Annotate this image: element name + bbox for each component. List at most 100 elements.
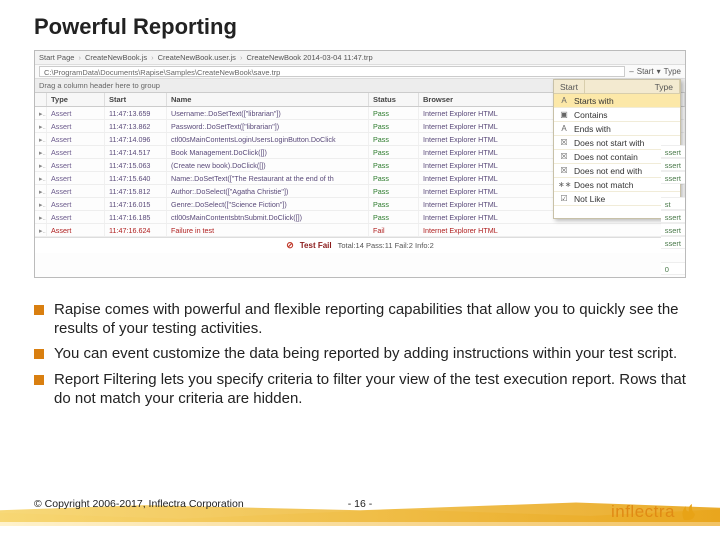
filter-option-label: Does not start with bbox=[574, 136, 644, 150]
flame-icon bbox=[678, 502, 698, 522]
expander-icon[interactable]: ▸ bbox=[35, 172, 47, 184]
expander-icon[interactable]: ▸ bbox=[35, 133, 47, 145]
expander-icon[interactable]: ▸ bbox=[35, 185, 47, 197]
cell-name: Book Management.DoClick([]) bbox=[167, 146, 369, 158]
col-expander bbox=[35, 93, 47, 106]
cell-status: Pass bbox=[369, 172, 419, 184]
filter-option-label: Does not contain bbox=[574, 150, 638, 164]
cell-name: (Create new book).DoClick([]) bbox=[167, 159, 369, 171]
filter-option-label: Starts with bbox=[574, 94, 614, 108]
col-start[interactable]: Start bbox=[105, 93, 167, 106]
cell-start: 11:47:14.096 bbox=[105, 133, 167, 145]
cell-type: Assert bbox=[47, 172, 105, 184]
filter-glyph-icon: ∗∗ bbox=[558, 178, 570, 192]
filter-glyph-icon: ☒ bbox=[558, 136, 570, 150]
col-status[interactable]: Status bbox=[369, 93, 419, 106]
cell-type: Assert bbox=[47, 133, 105, 145]
cell-type: Assert bbox=[47, 224, 105, 236]
path-field[interactable]: C:\ProgramData\Documents\Rapise\Samples\… bbox=[39, 66, 625, 77]
filter-hdr-start[interactable]: Start bbox=[554, 80, 585, 93]
filter-glyph-icon: ☑ bbox=[558, 192, 570, 206]
crumb-seg[interactable]: CreateNewBook 2014-03-04 11:47.trp bbox=[246, 53, 372, 62]
expander-icon[interactable]: ▸ bbox=[35, 107, 47, 119]
cell-browser: Internet Explorer HTML bbox=[419, 224, 685, 236]
brand-logo: inflectra bbox=[611, 502, 698, 522]
breadcrumb: Start Page› CreateNewBook.js› CreateNewB… bbox=[35, 51, 685, 65]
edge-badge: ssert bbox=[661, 210, 685, 223]
cell-name: ctl00sMainContentsbtnSubmit.DoClick([]) bbox=[167, 211, 369, 223]
toolbar-type[interactable]: Type bbox=[664, 67, 681, 76]
expander-icon[interactable]: ▸ bbox=[35, 224, 47, 236]
cell-status: Pass bbox=[369, 211, 419, 223]
toolbar-start[interactable]: Start bbox=[637, 67, 654, 76]
cell-name: Name:.DoSetText(["The Restaurant at the … bbox=[167, 172, 369, 184]
cell-name: Password:.DoSetText(["librarian"]) bbox=[167, 120, 369, 132]
bullet-text: Report Filtering lets you specify criter… bbox=[54, 370, 686, 408]
filter-option-label: Contains bbox=[574, 108, 608, 122]
filter-option[interactable]: AEnds with bbox=[554, 122, 680, 136]
filter-glyph-icon: A bbox=[558, 94, 570, 108]
cell-start: 11:47:16.185 bbox=[105, 211, 167, 223]
col-name[interactable]: Name bbox=[167, 93, 369, 106]
filter-option[interactable]: ▣ Contains bbox=[554, 108, 680, 122]
toolbar-dash: – bbox=[629, 67, 633, 76]
cell-status: Pass bbox=[369, 159, 419, 171]
table-row[interactable]: ▸Assert11:47:16.624Failure in testFailIn… bbox=[35, 224, 685, 237]
crumb-seg[interactable]: CreateNewBook.js bbox=[85, 53, 147, 62]
bullet-icon bbox=[34, 305, 44, 315]
summary-bar: ⊘ Test Fail Total:14 Pass:11 Fail:2 Info… bbox=[35, 237, 685, 253]
edge-badge: ssert bbox=[661, 223, 685, 236]
filter-option-label: Does not match bbox=[574, 178, 634, 192]
path-bar: C:\ProgramData\Documents\Rapise\Samples\… bbox=[35, 65, 685, 79]
cell-status: Pass bbox=[369, 107, 419, 119]
filter-option-label: Ends with bbox=[574, 122, 611, 136]
edge-badge: ssert bbox=[661, 158, 685, 171]
cell-start: 11:47:13.659 bbox=[105, 107, 167, 119]
crumb-seg[interactable]: Start Page bbox=[39, 53, 74, 62]
filter-option-label: Not Like bbox=[574, 192, 605, 206]
cell-name: Failure in test bbox=[167, 224, 369, 236]
edge-badge: ssert bbox=[661, 171, 685, 184]
summary-sub: Total:14 Pass:11 Fail:2 Info:2 bbox=[338, 241, 434, 250]
expander-icon[interactable]: ▸ bbox=[35, 211, 47, 223]
filter-glyph-icon: ▣ bbox=[558, 108, 570, 122]
copyright: © Copyright 2006-2017, Inflectra Corpora… bbox=[34, 498, 244, 510]
col-type[interactable]: Type bbox=[47, 93, 105, 106]
fail-icon: ⊘ bbox=[286, 240, 294, 251]
cell-type: Assert bbox=[47, 107, 105, 119]
cell-status: Pass bbox=[369, 198, 419, 210]
cell-type: Assert bbox=[47, 211, 105, 223]
chevron-down-icon[interactable]: ▾ bbox=[657, 67, 661, 76]
report-screenshot: Start Page› CreateNewBook.js› CreateNewB… bbox=[34, 50, 686, 278]
edge-badge: st bbox=[661, 197, 685, 210]
bullet-text: Rapise comes with powerful and flexible … bbox=[54, 300, 686, 338]
filter-option[interactable]: A Starts with bbox=[554, 94, 680, 108]
cell-type: Assert bbox=[47, 185, 105, 197]
cell-status: Pass bbox=[369, 133, 419, 145]
cell-status: Pass bbox=[369, 146, 419, 158]
summary-label: Test Fail bbox=[300, 241, 332, 250]
crumb-seg[interactable]: CreateNewBook.user.js bbox=[158, 53, 236, 62]
expander-icon[interactable]: ▸ bbox=[35, 146, 47, 158]
bullet-icon bbox=[34, 349, 44, 359]
cell-start: 11:47:15.640 bbox=[105, 172, 167, 184]
edge-badge: ssert bbox=[661, 145, 685, 158]
edge-badge: ssert bbox=[661, 236, 685, 249]
bullet-list: Rapise comes with powerful and flexible … bbox=[34, 300, 686, 414]
cell-name: Author:.DoSelect(["Agatha Christie"]) bbox=[167, 185, 369, 197]
cell-type: Assert bbox=[47, 159, 105, 171]
cell-type: Assert bbox=[47, 146, 105, 158]
expander-icon[interactable]: ▸ bbox=[35, 198, 47, 210]
cell-status: Pass bbox=[369, 185, 419, 197]
cell-start: 11:47:15.063 bbox=[105, 159, 167, 171]
cell-status: Pass bbox=[369, 120, 419, 132]
filter-hdr-type[interactable]: Type bbox=[649, 80, 680, 93]
cell-name: Username:.DoSetText(["librarian"]) bbox=[167, 107, 369, 119]
page-number: - 16 - bbox=[348, 498, 373, 510]
page-title: Powerful Reporting bbox=[0, 0, 720, 40]
bullet-text: You can event customize the data being r… bbox=[54, 344, 686, 363]
cell-start: 11:47:13.862 bbox=[105, 120, 167, 132]
expander-icon[interactable]: ▸ bbox=[35, 159, 47, 171]
expander-icon[interactable]: ▸ bbox=[35, 120, 47, 132]
cell-name: ctl00sMainContentsLoginUsersLoginButton.… bbox=[167, 133, 369, 145]
